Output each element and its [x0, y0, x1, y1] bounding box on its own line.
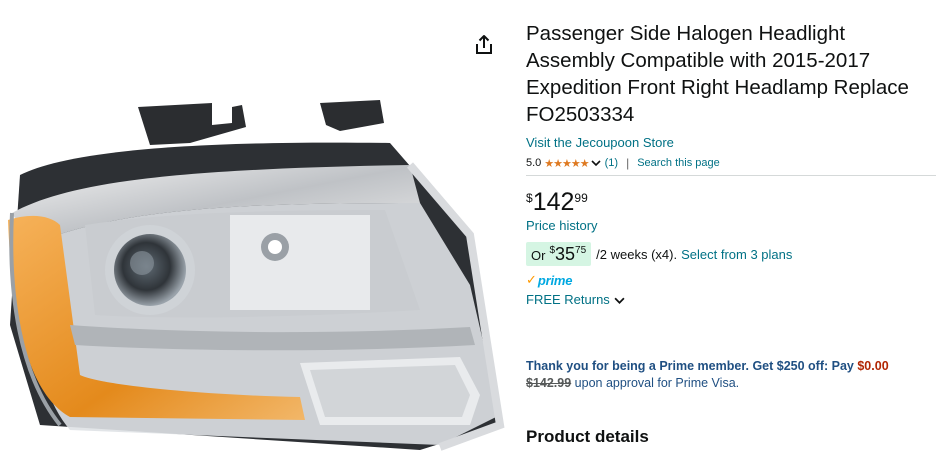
search-page-link[interactable]: Search this page — [637, 157, 720, 169]
price: $ 142 99 — [526, 188, 588, 216]
returns-label: FREE Returns — [526, 292, 610, 307]
product-details-heading: Product details — [526, 427, 649, 446]
prime-label: prime — [537, 272, 573, 288]
store-link[interactable]: Visit the Jecoupoon Store — [526, 135, 674, 150]
offer-old-price: $142.99 — [526, 376, 572, 390]
rating-row: 5.0 ★★★★★ (1) | Search this page — [526, 156, 936, 176]
installment-whole: 35 — [555, 244, 576, 264]
product-details-panel: Passenger Side Halogen Headlight Assembl… — [526, 20, 936, 446]
free-returns-link[interactable]: FREE Returns — [526, 292, 629, 307]
price-history-link[interactable]: Price history — [526, 218, 598, 233]
price-whole: 142 — [532, 188, 575, 216]
offer-text-rest: upon approval for Prime Visa. — [574, 376, 740, 390]
prime-check-icon: ✓ — [526, 272, 537, 287]
share-icon[interactable] — [472, 33, 496, 57]
installment-prefix: Or — [531, 248, 546, 263]
divider: | — [626, 156, 630, 170]
product-title: Passenger Side Halogen Headlight Assembl… — [526, 20, 936, 128]
select-plans-link[interactable]: Select from 3 plans — [681, 247, 792, 262]
rating-value: 5.0 — [526, 157, 542, 169]
price-currency: $ — [526, 191, 533, 205]
installment-badge: Or $ 35 75 — [526, 242, 592, 266]
price-fraction: 99 — [574, 191, 588, 205]
prime-badge: ✓ prime — [526, 272, 573, 288]
product-image[interactable] — [0, 95, 505, 455]
star-rating-icon[interactable]: ★★★★★ — [544, 157, 589, 170]
offer-new-price: $0.00 — [857, 359, 889, 373]
title-line: FO2503334 — [526, 103, 635, 126]
offer-text: Thank you for being a Prime member. Get … — [526, 359, 854, 373]
title-line: Assembly Compatible with 2015-2017 — [526, 49, 871, 72]
chevron-down-icon[interactable] — [591, 158, 601, 168]
rating-count-link[interactable]: (1) — [605, 157, 618, 169]
chevron-down-icon — [614, 294, 625, 305]
prime-visa-offer[interactable]: Thank you for being a Prime member. Get … — [526, 358, 936, 392]
title-line: Expedition Front Right Headlamp Replace — [526, 76, 909, 99]
installment-fraction: 75 — [575, 245, 587, 256]
installment-row: Or $ 35 75 /2 weeks (x4). Select from 3 … — [526, 242, 792, 266]
title-line: Passenger Side Halogen Headlight — [526, 22, 846, 45]
installment-terms: /2 weeks (x4). — [596, 246, 678, 262]
